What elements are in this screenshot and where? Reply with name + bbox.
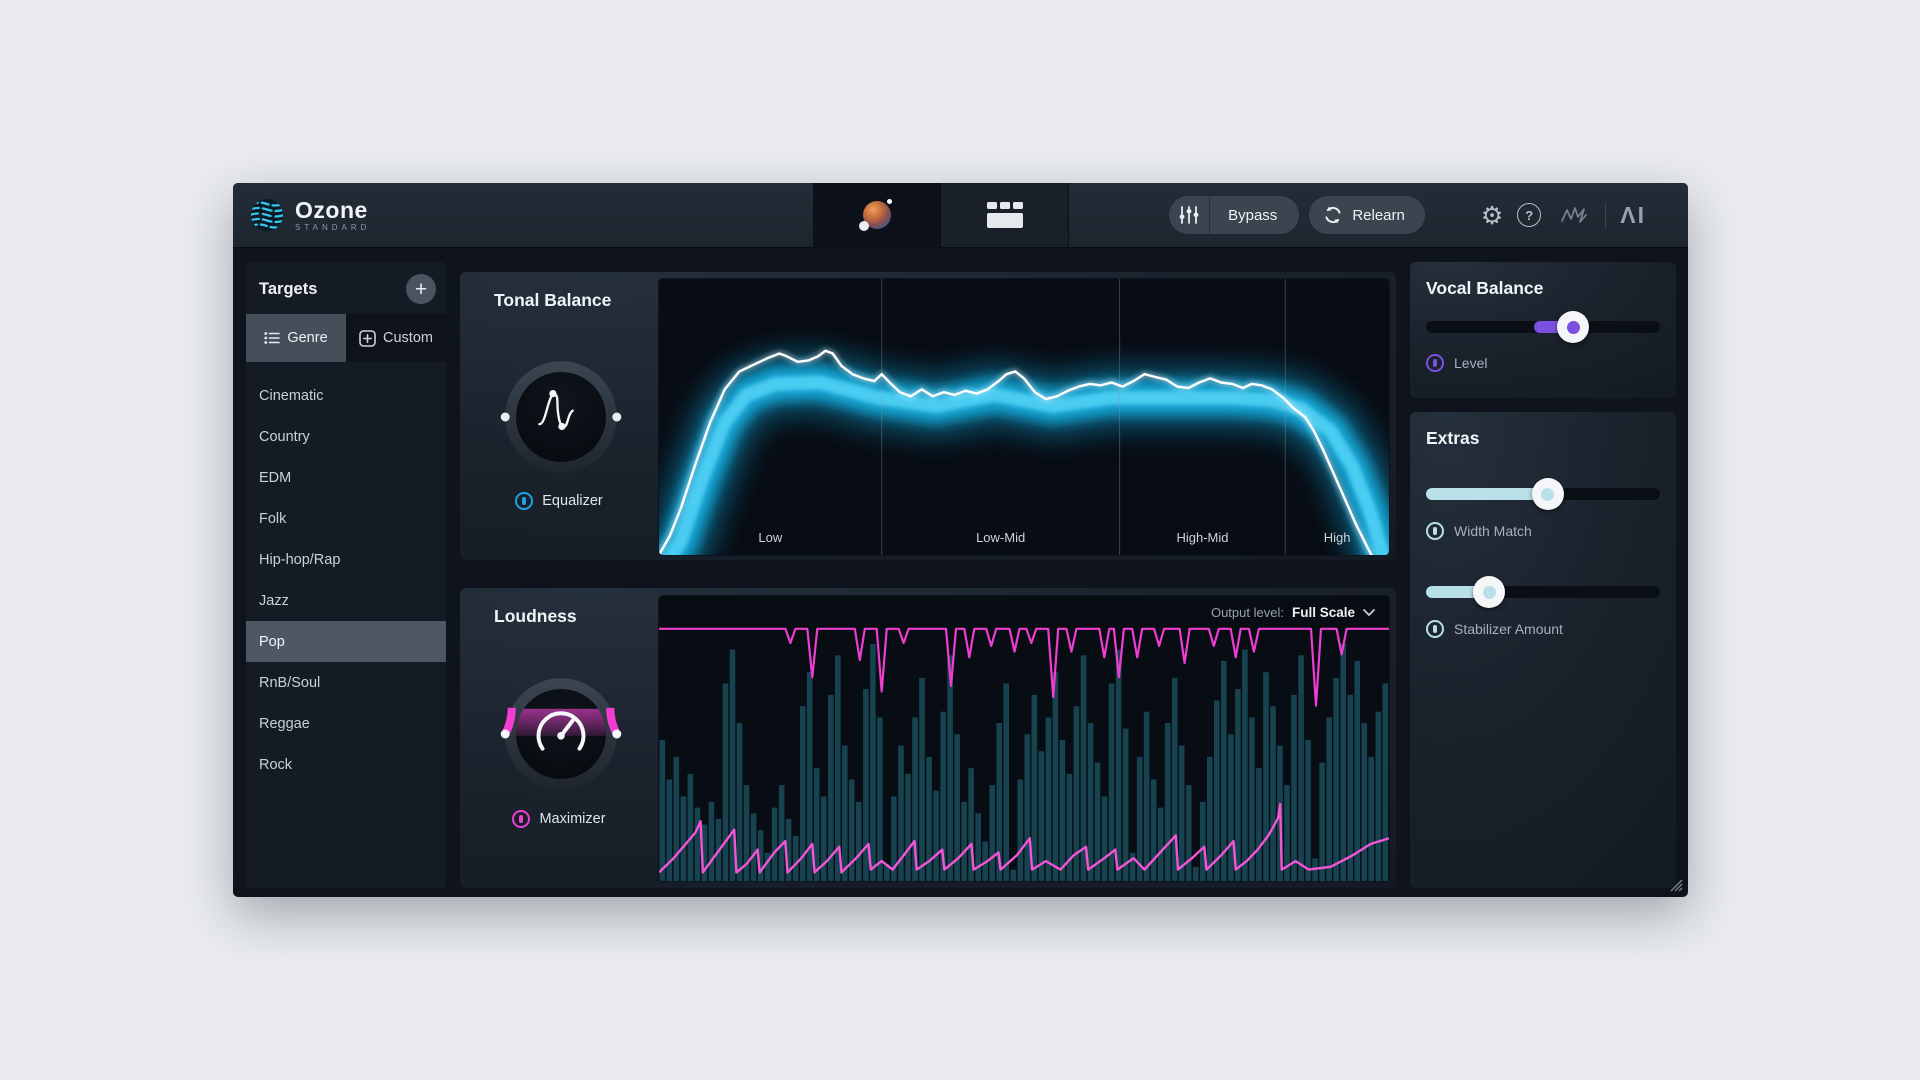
band-label-high-mid: High-Mid bbox=[1176, 530, 1229, 545]
slider-handle[interactable] bbox=[1473, 576, 1506, 608]
top-bar-actions: Bypass Relearn ⚙ ? ΛI bbox=[1169, 183, 1646, 247]
bypass-group: Bypass bbox=[1169, 196, 1300, 234]
band-label-high: High bbox=[1323, 530, 1351, 545]
chevron-down-icon bbox=[1363, 609, 1375, 616]
tab-detailed-view[interactable] bbox=[940, 183, 1069, 247]
tab-genre-label: Genre bbox=[287, 330, 328, 346]
relearn-label: Relearn bbox=[1352, 206, 1405, 224]
help-icon[interactable]: ? bbox=[1517, 203, 1542, 227]
audiolens-scribble-icon[interactable] bbox=[1559, 203, 1589, 227]
equalizer-label: Equalizer bbox=[542, 493, 603, 509]
faders-icon bbox=[1179, 206, 1199, 224]
extras-power-toggle[interactable] bbox=[1426, 522, 1444, 540]
tab-custom[interactable]: Custom bbox=[346, 314, 446, 362]
genre-item-jazz[interactable]: Jazz bbox=[246, 580, 446, 621]
genre-item-edm[interactable]: EDM bbox=[246, 457, 446, 498]
maximizer-label: Maximizer bbox=[539, 811, 606, 827]
main-content: Targets + Genre Custom Cinematic Country… bbox=[233, 247, 1688, 897]
equalizer-module-row: Equalizer bbox=[460, 492, 658, 510]
level-power-toggle[interactable] bbox=[1426, 354, 1444, 372]
vocal-balance-card: Vocal Balance Level bbox=[1410, 262, 1676, 398]
targets-title: Targets bbox=[259, 279, 318, 298]
equalizer-knob[interactable] bbox=[498, 354, 624, 480]
genre-item-cinematic[interactable]: Cinematic bbox=[246, 375, 446, 416]
equalizer-power-toggle[interactable] bbox=[515, 492, 534, 510]
extras-title: Extras bbox=[1426, 428, 1480, 448]
genre-item-pop[interactable]: Pop bbox=[246, 621, 446, 662]
vocal-balance-title: Vocal Balance bbox=[1426, 278, 1544, 298]
output-level-control[interactable]: Output level: Full Scale bbox=[1211, 605, 1375, 620]
tab-custom-label: Custom bbox=[383, 330, 433, 346]
screen: Ozone STANDARD Bypass Relearn ⚙ ? ΛI Tar… bbox=[0, 0, 1920, 1080]
vocal-level-row: Level bbox=[1426, 354, 1487, 372]
width-match-slider[interactable] bbox=[1426, 478, 1660, 510]
band-label-low: Low bbox=[758, 530, 783, 545]
modules-icon bbox=[986, 202, 1023, 228]
ni-brand-logo: ΛI bbox=[1620, 201, 1646, 228]
tab-assistant-view[interactable] bbox=[813, 183, 940, 247]
loudness-display: Output level: Full Scale bbox=[658, 595, 1390, 882]
relearn-refresh-icon bbox=[1325, 206, 1341, 224]
tonal-balance-display: Low Low-Mid High-Mid High bbox=[658, 278, 1390, 556]
tonal-balance-title: Tonal Balance bbox=[494, 290, 612, 310]
add-target-button[interactable]: + bbox=[406, 274, 436, 304]
app-edition: STANDARD bbox=[295, 222, 371, 232]
extras-power-toggle[interactable] bbox=[1426, 620, 1444, 638]
spectrum-curve bbox=[659, 279, 1389, 555]
maximizer-module-row: Maximizer bbox=[460, 810, 658, 828]
extras-control-row: Width Match bbox=[1426, 522, 1532, 540]
extras-card: Extras Width Match Stabilizer Amount bbox=[1410, 412, 1676, 888]
genre-item-rock[interactable]: Rock bbox=[246, 744, 446, 785]
genre-item-country[interactable]: Country bbox=[246, 416, 446, 457]
targets-tabs: Genre Custom bbox=[246, 314, 446, 362]
tab-genre[interactable]: Genre bbox=[246, 314, 346, 362]
tonal-balance-card: Tonal Balance Equalizer Low Low-Mid High… bbox=[460, 272, 1396, 560]
slider-handle[interactable] bbox=[1557, 311, 1590, 343]
genre-item-hip-hop-rap[interactable]: Hip-hop/Rap bbox=[246, 539, 446, 580]
level-label: Level bbox=[1454, 355, 1488, 371]
maximizer-knob[interactable] bbox=[498, 671, 624, 797]
vocal-level-slider[interactable] bbox=[1426, 311, 1660, 343]
maximizer-power-toggle[interactable] bbox=[512, 810, 531, 828]
app-name: Ozone bbox=[295, 196, 368, 223]
custom-plus-icon bbox=[359, 329, 376, 347]
bypass-button[interactable]: Bypass bbox=[1210, 207, 1299, 224]
app-logo: Ozone STANDARD bbox=[249, 183, 370, 247]
resize-grip[interactable] bbox=[1668, 877, 1683, 892]
output-level-value: Full Scale bbox=[1291, 605, 1355, 620]
loudness-waveform bbox=[659, 627, 1389, 881]
view-tabs bbox=[813, 183, 1069, 247]
settings-gear-icon[interactable]: ⚙ bbox=[1481, 201, 1503, 230]
top-bar-divider bbox=[1605, 202, 1607, 228]
band-label-low-mid: Low-Mid bbox=[976, 530, 1026, 545]
extras-control-row: Stabilizer Amount bbox=[1426, 620, 1563, 638]
genre-item-rnb-soul[interactable]: RnB/Soul bbox=[246, 662, 446, 703]
slider-handle[interactable] bbox=[1531, 478, 1564, 510]
stabilizer-amount-slider[interactable] bbox=[1426, 576, 1660, 608]
genre-item-folk[interactable]: Folk bbox=[246, 498, 446, 539]
genre-list: Cinematic Country EDM Folk Hip-hop/Rap J… bbox=[246, 362, 446, 785]
loudness-card: Loudness Maximizer Output level: Full Sc… bbox=[460, 588, 1396, 888]
top-bar: Ozone STANDARD Bypass Relearn ⚙ ? ΛI bbox=[233, 183, 1688, 248]
relearn-button[interactable]: Relearn bbox=[1309, 196, 1425, 234]
io-faders-button[interactable] bbox=[1169, 196, 1211, 234]
genre-list-icon bbox=[264, 332, 281, 344]
targets-panel: Targets + Genre Custom Cinematic Country… bbox=[246, 262, 446, 888]
ozone-sphere-icon bbox=[251, 199, 283, 231]
output-level-label: Output level: bbox=[1210, 605, 1284, 620]
ozone-plugin-window: Ozone STANDARD Bypass Relearn ⚙ ? ΛI Tar… bbox=[233, 183, 1688, 897]
loudness-title: Loudness bbox=[494, 606, 577, 626]
assistant-sphere-icon bbox=[858, 199, 892, 231]
genre-item-reggae[interactable]: Reggae bbox=[246, 703, 446, 744]
